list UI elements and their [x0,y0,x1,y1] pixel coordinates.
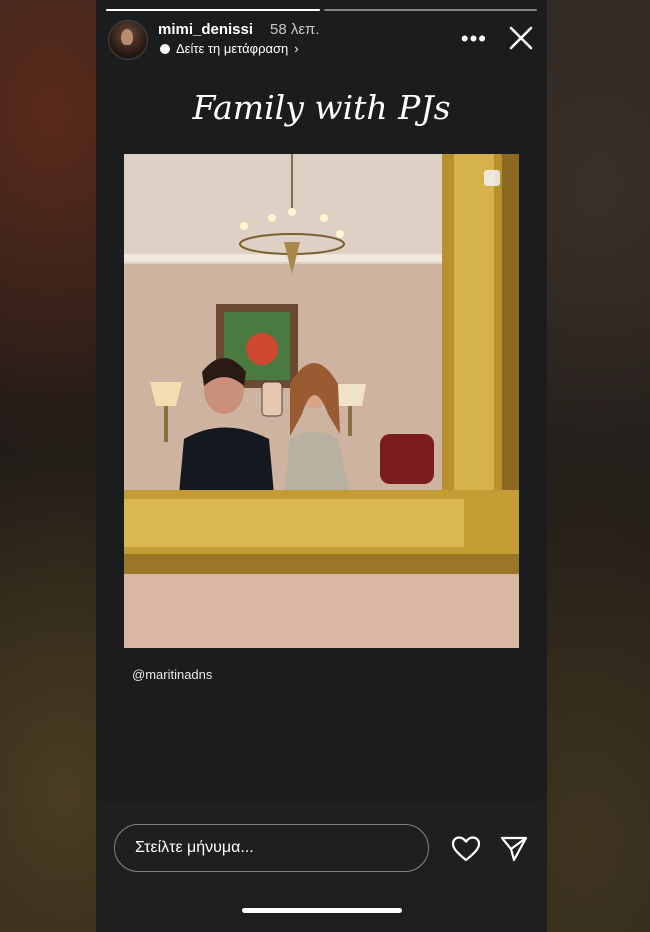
progress-segment-next [323,9,537,11]
send-icon[interactable] [500,836,528,862]
story-title: Family with PJs [192,88,451,127]
more-options-icon[interactable]: ••• [461,26,487,52]
close-icon[interactable] [507,24,535,52]
avatar[interactable] [108,20,148,60]
chevron-right-icon: › [294,41,299,56]
heart-icon[interactable] [451,836,481,862]
translate-icon [160,43,170,54]
story-progress-bar [106,9,537,11]
story-card[interactable]: mimi_denissi 58 λεπ. Δείτε τη μετάφραση … [96,0,547,803]
username[interactable]: mimi_denissi [158,21,253,38]
post-time: 58 λεπ. [270,21,320,38]
story-viewer: mimi_denissi 58 λεπ. Δείτε τη μετάφραση … [96,0,547,932]
progress-segment-current [106,9,320,11]
mention-sticker[interactable]: @maritinadns [132,667,212,682]
story-header: mimi_denissi 58 λεπ. Δείτε τη μετάφραση … [108,20,535,60]
translate-label: Δείτε τη μετάφραση [176,41,289,56]
story-photo [124,154,519,648]
reply-bar: Στείλτε μήνυμα... [96,803,547,932]
message-input[interactable]: Στείλτε μήνυμα... [114,824,429,872]
translate-link[interactable]: Δείτε τη μετάφραση › [160,41,299,56]
home-indicator [242,908,402,913]
